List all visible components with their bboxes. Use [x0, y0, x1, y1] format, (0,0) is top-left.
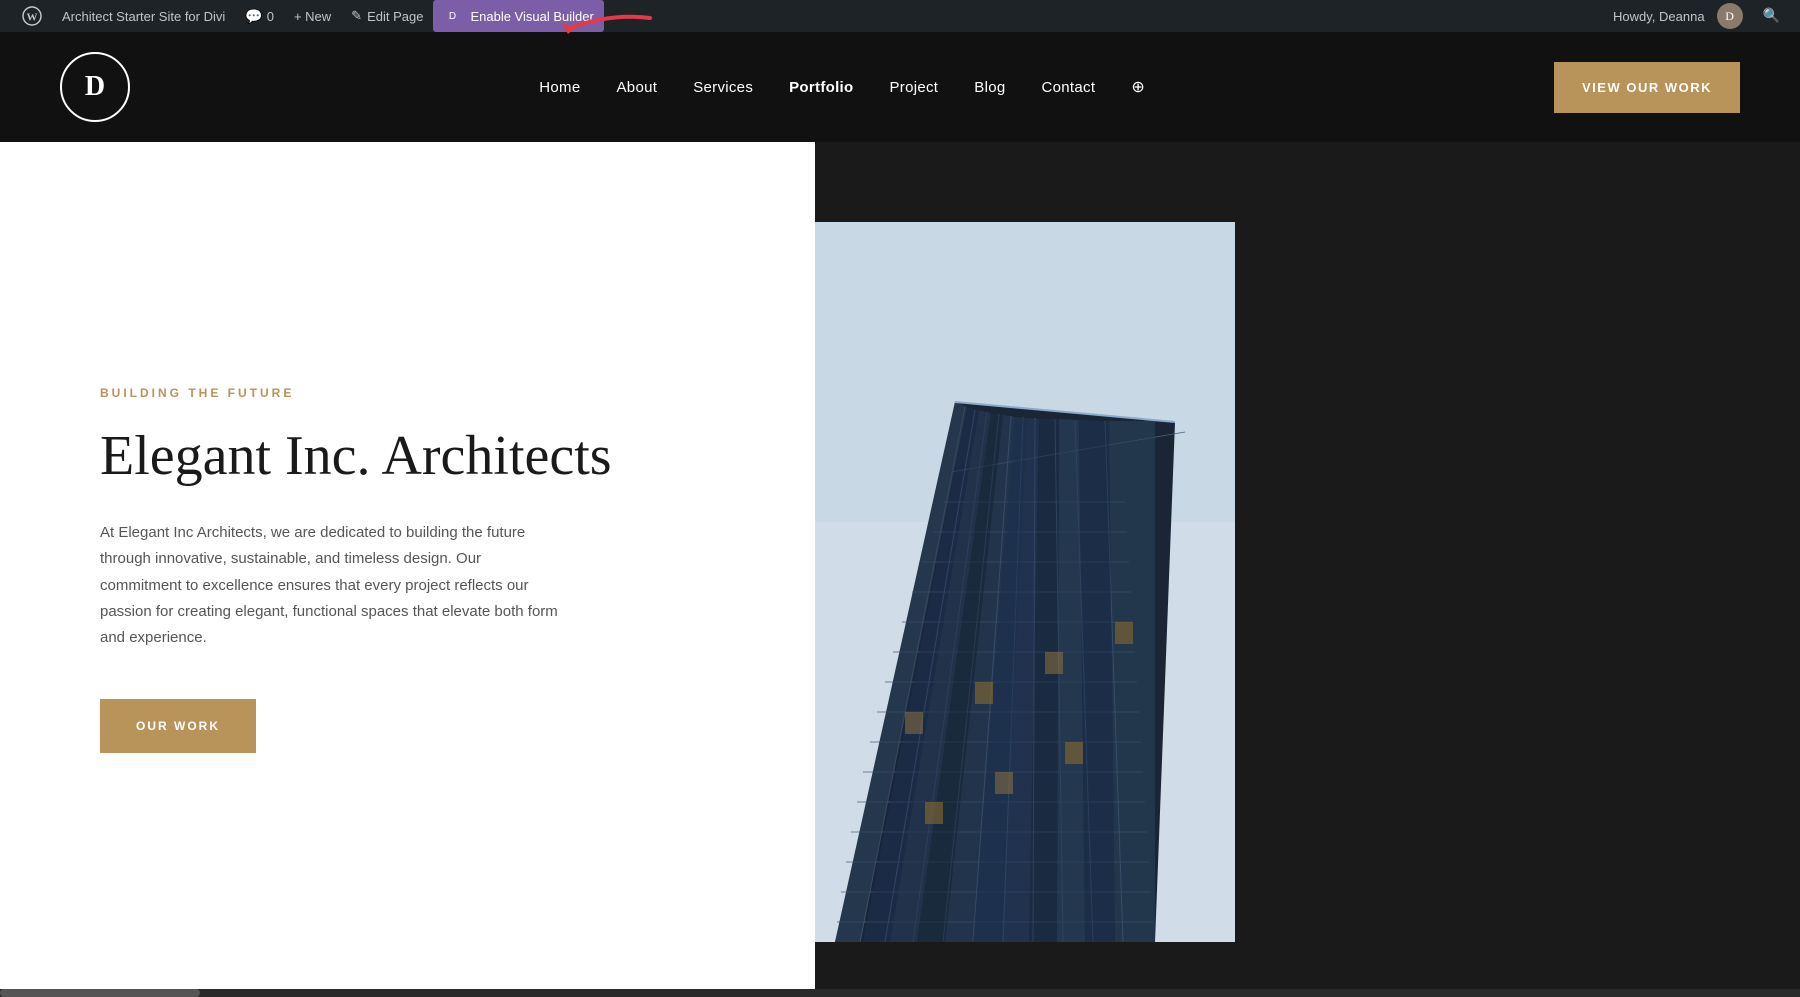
site-name-text: Architect Starter Site for Divi	[62, 9, 225, 24]
hero-heading: Elegant Inc. Architects	[100, 424, 715, 488]
wp-logo-item[interactable]: W	[12, 0, 52, 32]
building-image	[815, 222, 1235, 942]
nav-services[interactable]: Services	[693, 79, 753, 96]
our-work-button[interactable]: OUR WORK	[100, 699, 256, 753]
howdy-text: Howdy, Deanna	[1613, 9, 1705, 24]
svg-text:W: W	[27, 12, 38, 24]
nav-about[interactable]: About	[617, 79, 658, 96]
wp-admin-bar: W Architect Starter Site for Divi 💬 0 + …	[0, 0, 1800, 32]
nav-project[interactable]: Project	[889, 79, 938, 96]
wordpress-icon: W	[22, 6, 42, 26]
nav-blog[interactable]: Blog	[974, 79, 1005, 96]
edit-icon: ✎	[351, 8, 362, 24]
logo-letter: D	[85, 71, 105, 103]
hero-subtitle: BUILDING THE FUTURE	[100, 386, 715, 400]
scrollbar-area[interactable]	[0, 989, 1800, 997]
main-content: BUILDING THE FUTURE Elegant Inc. Archite…	[0, 142, 1800, 997]
wp-logo-icon: W	[22, 6, 42, 26]
building-svg	[815, 222, 1235, 942]
comment-count: 0	[267, 9, 274, 24]
divi-icon: D	[443, 7, 461, 25]
site-name-item[interactable]: Architect Starter Site for Divi	[52, 0, 235, 32]
enable-visual-builder-item[interactable]: D Enable Visual Builder	[433, 0, 603, 32]
hero-content-right	[815, 142, 1800, 997]
admin-search-icon[interactable]: 🔍	[1755, 8, 1788, 25]
new-label: + New	[294, 9, 331, 24]
site-header: D Home About Services Portfolio Project …	[0, 32, 1800, 142]
hero-content-left: BUILDING THE FUTURE Elegant Inc. Archite…	[0, 142, 815, 997]
header-cta-button[interactable]: VIEW OUR WORK	[1554, 62, 1740, 113]
edit-page-label: Edit Page	[367, 9, 423, 24]
site-wrapper: D Home About Services Portfolio Project …	[0, 32, 1800, 997]
nav-home[interactable]: Home	[539, 79, 580, 96]
nav-search-icon[interactable]: ⊕	[1131, 77, 1144, 97]
user-avatar[interactable]: D	[1717, 3, 1743, 29]
nav-portfolio[interactable]: Portfolio	[789, 79, 853, 96]
site-logo[interactable]: D	[60, 52, 130, 122]
nav-contact[interactable]: Contact	[1042, 79, 1096, 96]
comment-icon: 💬	[245, 8, 262, 25]
comments-item[interactable]: 💬 0	[235, 0, 284, 32]
scrollbar-thumb[interactable]	[0, 989, 200, 997]
hero-description: At Elegant Inc Architects, we are dedica…	[100, 520, 560, 651]
new-item[interactable]: + New	[284, 0, 341, 32]
enable-vb-label: Enable Visual Builder	[470, 9, 593, 24]
site-nav: Home About Services Portfolio Project Bl…	[130, 77, 1554, 97]
edit-page-item[interactable]: ✎ Edit Page	[341, 0, 433, 32]
